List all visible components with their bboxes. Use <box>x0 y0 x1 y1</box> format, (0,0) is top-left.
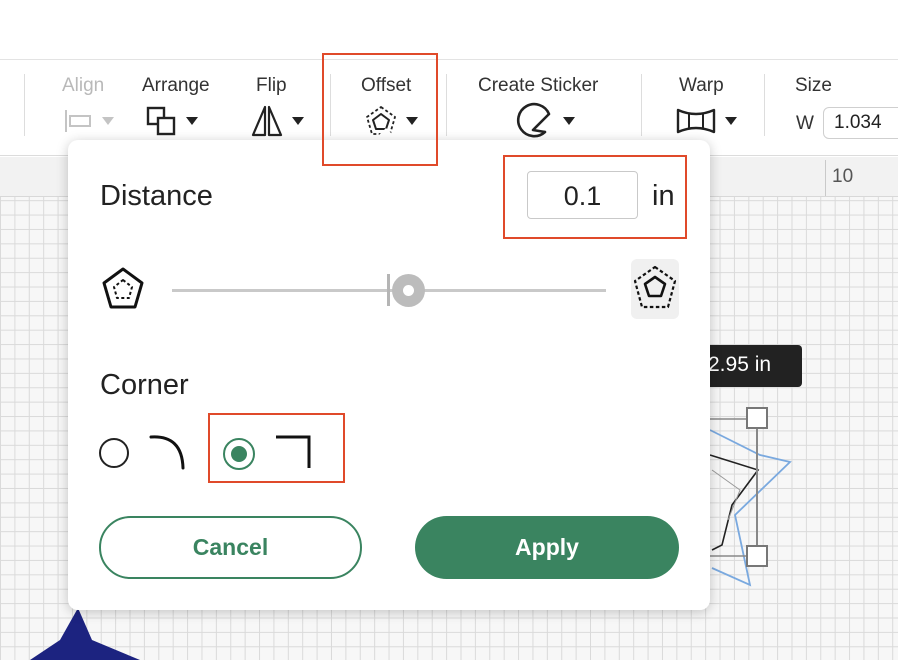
arrange-button[interactable] <box>146 104 198 138</box>
ruler-number: 10 <box>832 166 854 187</box>
toolbar-separator <box>330 74 331 136</box>
offset-slider-thumb[interactable] <box>392 274 425 307</box>
chevron-down-icon <box>102 117 114 125</box>
distance-unit-label: in <box>652 180 675 212</box>
distance-label: Distance <box>100 180 213 212</box>
offset-label: Offset <box>361 75 412 96</box>
align-label: Align <box>62 75 105 96</box>
corner-square-radio[interactable] <box>223 438 255 470</box>
toolbar-separator <box>641 74 642 136</box>
chevron-down-icon <box>725 117 737 125</box>
warp-button[interactable] <box>675 104 737 138</box>
chevron-down-icon <box>406 117 418 125</box>
flip-button[interactable] <box>250 104 304 138</box>
flip-icon <box>251 105 283 137</box>
offset-shrink-icon[interactable] <box>100 266 146 312</box>
cancel-button[interactable]: Cancel <box>99 516 362 579</box>
arrange-icon <box>146 106 176 136</box>
corner-square-icon <box>276 435 311 468</box>
align-icon <box>65 110 91 132</box>
offset-slider-center-mark <box>387 274 390 306</box>
corner-label: Corner <box>100 369 189 401</box>
chevron-down-icon <box>563 117 575 125</box>
align-button[interactable] <box>64 104 114 138</box>
offset-grow-icon <box>633 265 677 309</box>
arrange-label: Arrange <box>142 75 210 96</box>
warp-label: Warp <box>679 75 724 96</box>
width-input[interactable]: 1.034 <box>823 107 898 139</box>
offset-grow-button[interactable] <box>631 259 679 319</box>
toolbar-separator <box>764 74 765 136</box>
corner-round-icon <box>149 435 185 470</box>
warp-icon <box>676 108 716 134</box>
ruler-tick <box>825 160 826 196</box>
create-sticker-label: Create Sticker <box>478 75 599 96</box>
toolbar-separator <box>24 74 25 136</box>
toolbar-separator <box>446 74 447 136</box>
distance-input[interactable]: 0.1 <box>527 171 638 219</box>
flip-label: Flip <box>256 75 287 96</box>
dimension-tooltip: 2.95 in <box>700 345 802 387</box>
width-axis-label: W <box>796 113 814 134</box>
corner-round-radio[interactable] <box>99 438 129 468</box>
chevron-down-icon <box>292 117 304 125</box>
apply-button[interactable]: Apply <box>415 516 679 579</box>
create-sticker-button[interactable] <box>515 102 575 138</box>
chevron-down-icon <box>186 117 198 125</box>
top-header-area <box>0 0 898 60</box>
size-label: Size <box>795 75 832 96</box>
create-sticker-icon <box>516 102 551 138</box>
